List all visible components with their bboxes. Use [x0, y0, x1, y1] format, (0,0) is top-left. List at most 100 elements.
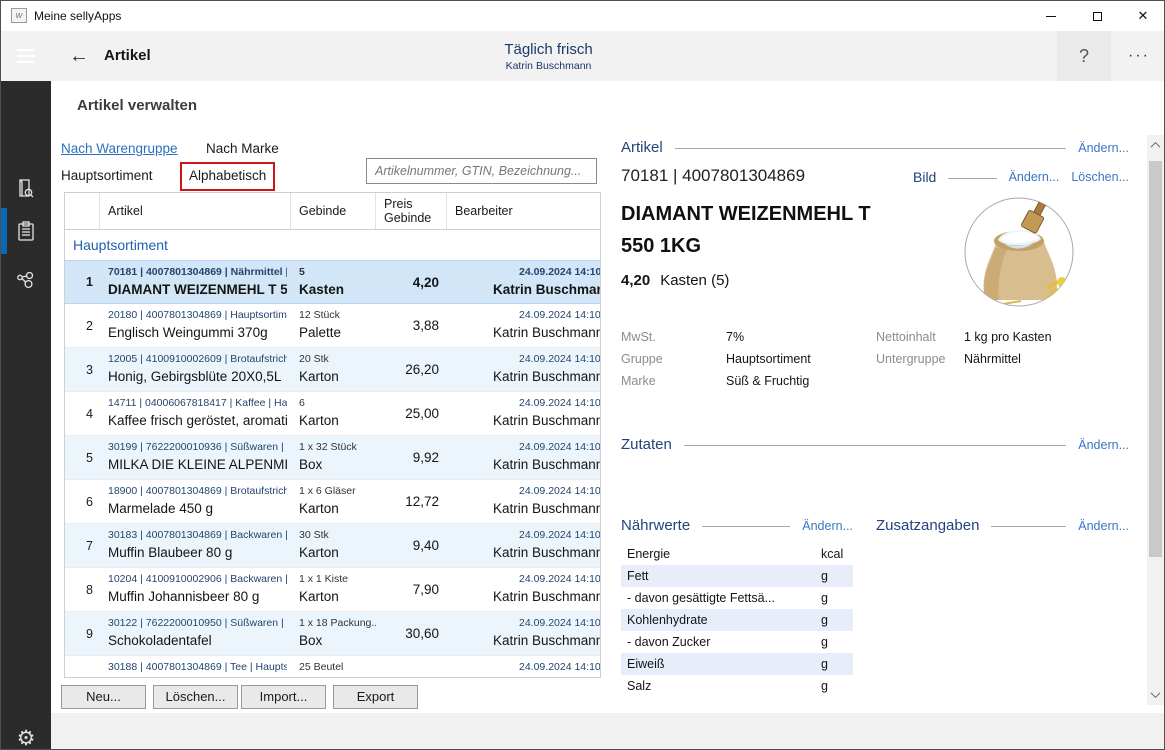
nutrition-row: Eiweißg	[621, 653, 853, 675]
col-preis-gebinde[interactable]: PreisGebinde	[376, 193, 447, 229]
field-value: Süß & Fruchtig	[726, 374, 809, 388]
page-title: Artikel verwalten	[77, 97, 197, 114]
chevron-down-icon	[1151, 688, 1161, 698]
col-bearbeiter[interactable]: Bearbeiter	[447, 193, 600, 229]
hamburger-icon	[17, 49, 35, 51]
tab-hauptsortiment[interactable]: Hauptsortiment	[61, 168, 153, 183]
account-info: Täglich frisch Katrin Buschmann	[51, 31, 1046, 81]
bild-label: Bild	[913, 169, 936, 185]
main-content: Artikel verwalten Nach Warengruppe Nach …	[51, 81, 1165, 750]
nutrition-row: Fettg	[621, 565, 853, 587]
table-header: Artikel Gebinde PreisGebinde Bearbeiter	[65, 193, 600, 230]
nutrition-row: Energiekcal	[621, 543, 853, 565]
naehrwerte-label: Nährwerte	[621, 517, 690, 534]
tab-alphabetisch[interactable]: Alphabetisch	[189, 168, 266, 183]
article-name: DIAMANT WEIZENMEHL T 550 1...	[108, 282, 287, 297]
table-row[interactable]: 3 12005 | 4100910002609 | Brotaufstrich …	[65, 348, 600, 392]
nav-sidebar: ⚙	[1, 81, 51, 750]
section-artikel: Artikel Ändern...	[621, 139, 1129, 156]
section-naehrwerte: Nährwerte Ändern...	[621, 517, 853, 534]
product-image	[963, 196, 1075, 313]
scroll-down-button[interactable]	[1147, 686, 1164, 703]
close-button[interactable]: ✕	[1120, 1, 1165, 31]
nutrition-table: Energiekcal Fettg - davon gesättigte Fet…	[621, 543, 853, 697]
article-price-unit: Kasten (5)	[660, 272, 729, 289]
article-table: Artikel Gebinde PreisGebinde Bearbeiter …	[64, 192, 601, 678]
field-label: Marke	[621, 374, 726, 388]
detail-scrollbar[interactable]	[1147, 135, 1164, 705]
chevron-up-icon	[1151, 142, 1161, 152]
table-row[interactable]: 30188 | 4007801304869 | Tee | Hauptsorti…	[65, 656, 600, 678]
export-button[interactable]: Export	[333, 685, 418, 709]
artikel-aendern-link[interactable]: Ändern...	[1078, 141, 1129, 155]
more-options-button[interactable]: ···	[1117, 31, 1161, 81]
section-bild: Bild Ändern... Löschen...	[913, 169, 1129, 185]
article-meta: 70181 | 4007801304869 | Nährmittel | Hau…	[108, 266, 287, 278]
new-button[interactable]: Neu...	[61, 685, 146, 709]
maximize-button[interactable]	[1074, 1, 1120, 31]
field-label: MwSt.	[621, 330, 726, 344]
import-button[interactable]: Import...	[241, 685, 326, 709]
zutaten-label: Zutaten	[621, 436, 672, 453]
zusatzangaben-aendern-link[interactable]: Ändern...	[1078, 519, 1129, 533]
sidebar-item-register[interactable]	[1, 165, 51, 211]
tab-nach-warengruppe[interactable]: Nach Warengruppe	[61, 141, 178, 156]
sidebar-item-settings[interactable]: ⚙	[1, 715, 51, 750]
sidebar-item-articles[interactable]	[1, 208, 51, 254]
bild-loeschen-link[interactable]: Löschen...	[1071, 170, 1129, 184]
nutrition-row: - davon Zuckerg	[621, 631, 853, 653]
field-value: 1 kg pro Kasten	[964, 330, 1052, 344]
business-name: Täglich frisch	[504, 41, 592, 58]
field-label: Nettoinhalt	[876, 330, 964, 344]
app-header: ← Artikel Täglich frisch Katrin Buschman…	[1, 31, 1165, 81]
article-price-row: 4,20 Kasten (5)	[621, 272, 729, 289]
table-row[interactable]: 1 70181 | 4007801304869 | Nährmittel | H…	[65, 260, 600, 304]
table-row[interactable]: 2 20180 | 4007801304869 | Hauptsortiment…	[65, 304, 600, 348]
bild-aendern-link[interactable]: Ändern...	[1009, 170, 1060, 184]
table-row[interactable]: 6 18900 | 4007801304869 | Brotaufstrich …	[65, 480, 600, 524]
sidebar-item-share[interactable]	[1, 257, 51, 303]
table-row[interactable]: 9 30122 | 7622200010950 | Süßwaren | Hau…	[65, 612, 600, 656]
nutrition-row: - davon gesättigte Fettsä...g	[621, 587, 853, 609]
minimize-button[interactable]	[1028, 1, 1074, 31]
zutaten-aendern-link[interactable]: Ändern...	[1078, 438, 1129, 452]
title-bar: w Meine sellyApps ✕	[1, 1, 1165, 31]
scroll-up-button[interactable]	[1147, 137, 1164, 154]
section-zutaten: Zutaten Ändern...	[621, 436, 1129, 453]
col-artikel[interactable]: Artikel	[100, 193, 291, 229]
hamburger-menu-button[interactable]	[1, 31, 51, 81]
maximize-icon	[1093, 12, 1102, 21]
logged-in-user: Katrin Buschmann	[506, 60, 592, 72]
gear-icon: ⚙	[17, 726, 36, 750]
search-input[interactable]	[366, 158, 597, 184]
table-row[interactable]: 8 10204 | 4100910002906 | Backwaren | Ha…	[65, 568, 600, 612]
nutrition-row: Salzg	[621, 675, 853, 697]
col-num[interactable]	[65, 193, 100, 229]
section-zusatzangaben: Zusatzangaben Ändern...	[876, 517, 1129, 534]
naehrwerte-aendern-link[interactable]: Ändern...	[802, 519, 853, 533]
article-name-detail: DIAMANT WEIZENMEHL T 550 1KG	[621, 198, 893, 262]
article-number: 70181 | 4007801304869	[621, 166, 805, 186]
app-window: w Meine sellyApps ✕ ← Artikel Täglich fr…	[0, 0, 1165, 750]
share-network-icon	[14, 268, 38, 292]
nutrition-row: Kohlenhydrateg	[621, 609, 853, 631]
article-detail-panel: Artikel Ändern... 70181 | 4007801304869 …	[621, 81, 1149, 750]
section-artikel-label: Artikel	[621, 139, 663, 156]
clipboard-icon	[14, 219, 38, 243]
minimize-icon	[1046, 16, 1056, 17]
tab-nach-marke[interactable]: Nach Marke	[206, 141, 279, 156]
table-row[interactable]: 4 14711 | 04006067818417 | Kaffee | Haup…	[65, 392, 600, 436]
scrollbar-thumb[interactable]	[1149, 161, 1162, 557]
delete-button[interactable]: Löschen...	[153, 685, 238, 709]
field-value: Hauptsortiment	[726, 352, 811, 366]
article-price: 4,20	[621, 272, 650, 289]
table-row[interactable]: 5 30199 | 7622200010936 | Süßwaren | Hau…	[65, 436, 600, 480]
group-header: Hauptsortiment	[65, 230, 600, 260]
table-row[interactable]: 7 30183 | 4007801304869 | Backwaren | Ha…	[65, 524, 600, 568]
document-search-icon	[14, 176, 38, 200]
field-label: Untergruppe	[876, 352, 964, 366]
col-gebinde[interactable]: Gebinde	[291, 193, 376, 229]
help-button[interactable]: ?	[1057, 31, 1111, 81]
app-logo-icon: w	[11, 8, 27, 23]
zusatzangaben-label: Zusatzangaben	[876, 517, 979, 534]
